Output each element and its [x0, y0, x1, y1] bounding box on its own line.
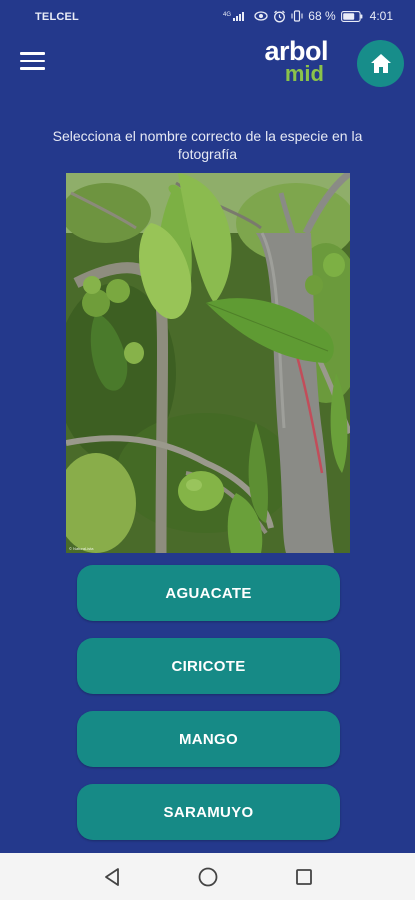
nav-recents-button[interactable] — [284, 857, 324, 897]
app-header: arbol mid — [0, 32, 415, 94]
battery-percent: 68 % — [308, 9, 336, 23]
app-logo: arbol mid — [253, 38, 328, 86]
system-nav-bar — [0, 853, 415, 900]
nav-home-button[interactable] — [188, 857, 228, 897]
battery-icon — [340, 10, 363, 22]
home-icon — [370, 54, 391, 73]
svg-text:4G: 4G — [223, 12, 231, 18]
alarm-icon — [274, 10, 286, 22]
answer-button-aguacate[interactable]: AGUACATE — [77, 565, 340, 621]
question-prompt: Selecciona el nombre correcto de la espe… — [52, 128, 363, 162]
vibrate-icon — [291, 10, 303, 22]
answer-button-saramuyo[interactable]: SARAMUYO — [77, 784, 340, 840]
carrier-label: TELCEL — [35, 11, 79, 23]
hamburger-menu-icon[interactable] — [20, 52, 45, 72]
signal-icon: 4G — [223, 12, 245, 21]
clock-time: 4:01 — [369, 9, 393, 23]
photo-credit: © NaturaLista — [69, 546, 94, 551]
status-bar: TELCEL 4G 68 % 4:01 — [0, 0, 415, 32]
home-button[interactable] — [357, 40, 404, 87]
answer-button-ciricote[interactable]: CIRICOTE — [77, 638, 340, 694]
logo-mid: mid — [284, 61, 324, 86]
status-icons: 4G 68 % 4:01 — [223, 9, 393, 23]
answer-options: AGUACATE CIRICOTE MANGO SARAMUYO — [77, 565, 340, 857]
nav-back-button[interactable] — [92, 857, 132, 897]
back-triangle-icon — [104, 867, 119, 886]
species-photo: © NaturaLista — [66, 173, 350, 553]
eye-comfort-icon — [254, 11, 268, 21]
answer-button-mango[interactable]: MANGO — [77, 711, 340, 767]
recents-square-icon — [295, 868, 312, 885]
home-circle-icon — [198, 867, 217, 886]
